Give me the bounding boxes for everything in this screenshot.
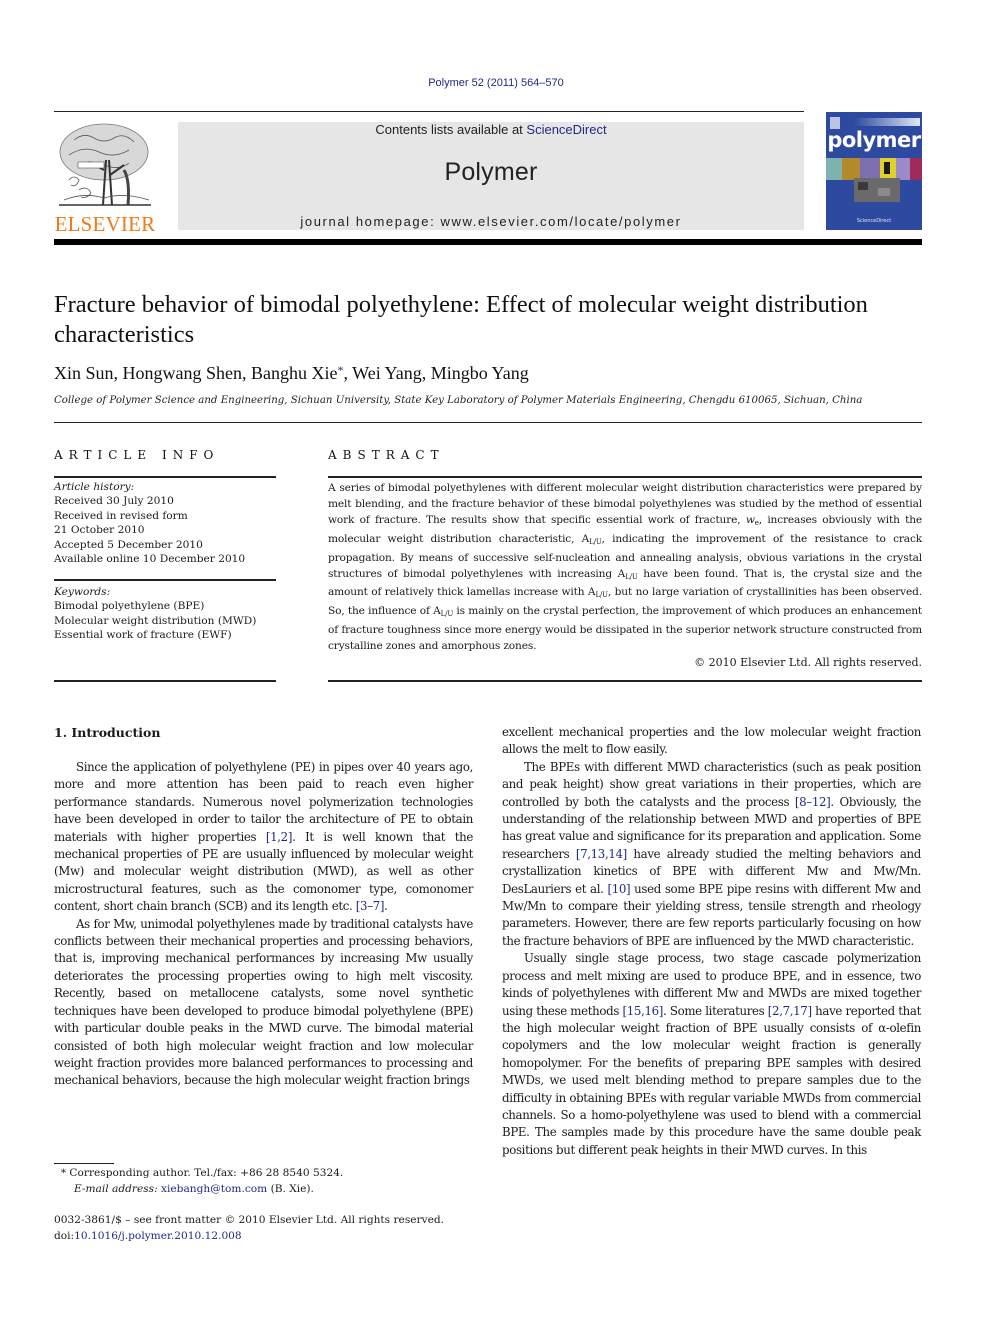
keywords: Keywords: Bimodal polyethylene (BPE) Mol…: [54, 585, 276, 643]
history-label: Article history:: [54, 481, 135, 493]
footnote-rule: [54, 1163, 114, 1164]
email-link[interactable]: xiebangh@tom.com: [161, 1183, 267, 1195]
paragraph: The BPEs with different MWD characterist…: [502, 759, 921, 950]
keyword-item: Essential work of fracture (EWF): [54, 629, 232, 642]
history-item: Available online 10 December 2010: [54, 553, 246, 566]
sciencedirect-link[interactable]: ScienceDirect: [526, 122, 606, 137]
article-info-rule-top: [54, 476, 276, 478]
journal-banner: Contents lists available at ScienceDirec…: [178, 122, 804, 230]
email-label: E-mail address:: [74, 1183, 162, 1195]
paragraph: Since the application of polyethylene (P…: [54, 759, 473, 916]
article-title: Fracture behavior of bimodal polyethylen…: [54, 291, 868, 348]
cover-micrograph-mosaic: [826, 158, 922, 202]
abstract-subscript: L/U: [440, 610, 454, 619]
abstract-symbol: w: [745, 513, 755, 526]
body-column-left: Since the application of polyethylene (P…: [54, 759, 473, 1090]
elsevier-wordmark: ELSEVIER: [54, 212, 156, 236]
section-heading-introduction: 1. Introduction: [54, 725, 161, 740]
journal-name: Polymer: [444, 158, 538, 186]
citation-link[interactable]: [1,2]: [266, 830, 293, 844]
email-suffix: (B. Xie).: [267, 1183, 314, 1195]
citation-link[interactable]: [3–7]: [356, 899, 385, 913]
paragraph: excellent mechanical properties and the …: [502, 725, 921, 757]
cover-stripe: [854, 118, 920, 126]
header-rule: [54, 111, 804, 112]
keyword-item: Bimodal polyethylene (BPE): [54, 600, 205, 613]
authors-first: Xin Sun, Hongwang Shen, Banghu Xie: [54, 363, 338, 383]
doi-line: doi:10.1016/j.polymer.2010.12.008: [54, 1228, 484, 1244]
abstract-subscript: L/U: [595, 591, 608, 600]
citation-link[interactable]: [2,7,17]: [768, 1004, 812, 1018]
abstract-copyright: © 2010 Elsevier Ltd. All rights reserved…: [694, 656, 922, 669]
keywords-label: Keywords:: [54, 586, 111, 598]
paragraph: Usually single stage process, two stage …: [502, 950, 921, 1159]
abstract-subscript: L/U: [589, 537, 602, 546]
citation-link[interactable]: [10]: [607, 882, 630, 896]
paragraph: As for Mw, unimodal polyethylenes made b…: [54, 916, 473, 1088]
doi-prefix: doi:: [54, 1230, 75, 1242]
journal-cover-image[interactable]: polymer ScienceDirect: [826, 112, 922, 230]
footnote-email-line: E-mail address: xiebangh@tom.com (B. Xie…: [54, 1181, 474, 1197]
text-segment: . Some literatures: [663, 1003, 768, 1018]
affiliation-rule: [54, 422, 922, 423]
journal-homepage[interactable]: journal homepage: www.elsevier.com/locat…: [178, 214, 804, 229]
elsevier-logo[interactable]: ELSEVIER: [54, 120, 156, 236]
header-thick-rule: [54, 239, 922, 245]
text-segment: .: [384, 899, 388, 914]
history-item: Received in revised form: [54, 509, 188, 522]
text-segment: have reported that the high molecular we…: [502, 1003, 921, 1157]
body-column-right: excellent mechanical properties and the …: [502, 724, 921, 1159]
abstract-rule-top: [328, 476, 922, 478]
contents-prefix: Contents lists available at: [375, 122, 527, 137]
cover-title: polymer: [827, 128, 921, 152]
history-item: Received 30 July 2010: [54, 495, 174, 508]
abstract-subscript: L/U: [625, 572, 638, 581]
affiliation: College of Polymer Science and Engineeri…: [54, 395, 863, 406]
footnote-line: * Corresponding author. Tel./fax: +86 28…: [54, 1165, 474, 1181]
journal-citation[interactable]: Polymer 52 (2011) 564–570: [0, 77, 992, 89]
elsevier-tree-icon: [59, 123, 151, 206]
corresponding-author-footnote: * Corresponding author. Tel./fax: +86 28…: [54, 1165, 474, 1197]
author-list: Xin Sun, Hongwang Shen, Banghu Xie*, Wei…: [54, 363, 529, 384]
front-matter: 0032-3861/$ – see front matter © 2010 El…: [54, 1212, 484, 1244]
article-info-rule-bottom: [54, 680, 276, 682]
history-item: Accepted 5 December 2010: [54, 538, 203, 551]
abstract-heading: ABSTRACT: [328, 448, 445, 462]
article-info-rule-mid: [54, 579, 276, 581]
footnote-contact: Corresponding author. Tel./fax: +86 28 8…: [66, 1167, 344, 1179]
citation-link[interactable]: [15,16]: [623, 1004, 664, 1018]
abstract-text: A series of bimodal polyethylenes with d…: [328, 481, 922, 655]
doi-link[interactable]: 10.1016/j.polymer.2010.12.008: [74, 1230, 242, 1242]
keyword-item: Molecular weight distribution (MWD): [54, 614, 257, 627]
authors-rest: , Wei Yang, Mingbo Yang: [343, 363, 529, 383]
contents-line: Contents lists available at ScienceDirec…: [178, 122, 804, 137]
cover-sciencedirect-mark: ScienceDirect: [856, 218, 892, 224]
article-history: Article history: Received 30 July 2010 R…: [54, 480, 276, 566]
article-info-heading: ARTICLE INFO: [54, 448, 220, 462]
citation-link[interactable]: [7,13,14]: [576, 847, 627, 861]
history-item: 21 October 2010: [54, 524, 145, 537]
citation-link[interactable]: [8–12]: [795, 795, 831, 809]
abstract-rule-bottom: [328, 680, 922, 682]
issn-line: 0032-3861/$ – see front matter © 2010 El…: [54, 1214, 444, 1226]
